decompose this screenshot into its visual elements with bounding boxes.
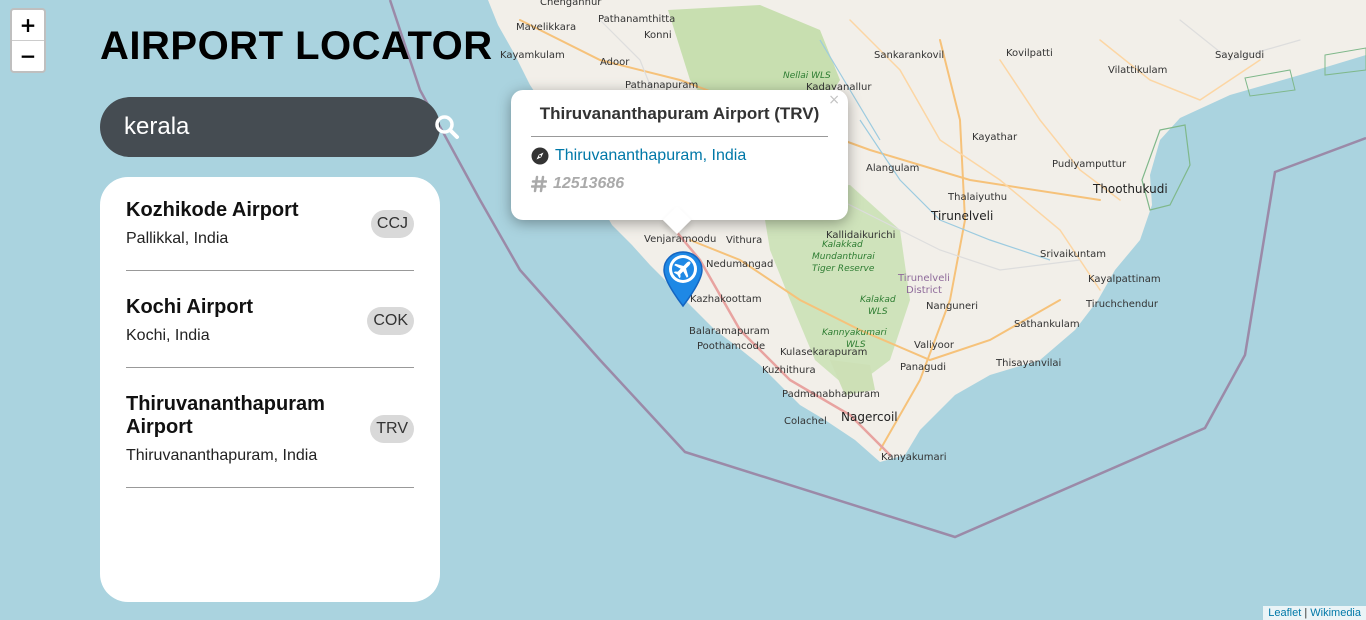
result-name: Kochi Airport [126, 296, 254, 318]
map-label: Kannyakumari [822, 328, 887, 338]
search-input[interactable] [124, 113, 434, 141]
popup-id-row: 12513686 [531, 175, 828, 193]
map-label: Pathanamthitta [598, 14, 675, 25]
result-item[interactable]: Thiruvananthapuram Airport Thiruvanantha… [126, 393, 414, 488]
map-label: Valiyoor [914, 340, 955, 351]
map-label: Kovilpatti [1006, 48, 1053, 59]
wikimedia-link[interactable]: Wikimedia [1310, 607, 1361, 619]
map-label: Venjaramoodu [644, 234, 716, 245]
map-label: Panagudi [900, 362, 946, 373]
result-code-badge: TRV [370, 415, 414, 443]
result-location: Kochi, India [126, 327, 210, 344]
map-label: Nedumangad [706, 259, 773, 270]
results-panel: Kozhikode Airport Pallikkal, India CCJ K… [100, 177, 440, 602]
popup-location-row: Thiruvananthapuram, India [531, 147, 828, 165]
result-code-badge: CCJ [370, 209, 414, 238]
map-label: Srivaikuntam [1040, 249, 1106, 260]
map-label: Kayamkulam [500, 50, 565, 61]
map-label: Kayathar [972, 132, 1018, 143]
popup-id: 12513686 [553, 175, 625, 192]
leaflet-link[interactable]: Leaflet [1268, 607, 1301, 619]
map-label: Chengannur [540, 0, 602, 8]
popup-location-link[interactable]: Thiruvananthapuram, India [555, 147, 746, 165]
map-label: Sankarankovil [874, 50, 944, 61]
search-bar [100, 97, 459, 157]
result-location: Thiruvananthapuram, India [126, 447, 318, 464]
map-label: Vilattikulam [1108, 65, 1167, 76]
result-name: Thiruvananthapuram Airport [126, 393, 325, 438]
map-label: Padmanabhapuram [782, 389, 880, 400]
map-label: Nanguneri [926, 301, 978, 312]
map-label: Alangulam [866, 163, 919, 174]
map-label: Mundanthurai [812, 252, 875, 262]
app-title: AIRPORT LOCATOR [100, 24, 493, 68]
map-label: Kayalpattinam [1088, 274, 1161, 285]
result-name: Kozhikode Airport [126, 199, 299, 221]
map-label: Sathankulam [1014, 319, 1080, 330]
map-label: Kuzhithura [762, 365, 816, 376]
map-label: WLS [868, 307, 888, 317]
map-label: Adoor [600, 57, 630, 68]
zoom-out-button[interactable]: − [12, 40, 44, 71]
map-label: Kulasekarapuram [780, 347, 867, 358]
result-info: Kozhikode Airport Pallikkal, India [126, 199, 299, 248]
map-label: Tiruchchendur [1085, 299, 1159, 310]
popup-close-button[interactable]: × [828, 92, 840, 108]
map-label: Nellai WLS [783, 71, 831, 81]
map-label: Thoothukudi [1092, 182, 1168, 196]
map-label: Kalakkad [822, 240, 863, 250]
airport-popup: × Thiruvananthapuram Airport (TRV) Thiru… [511, 90, 848, 220]
map-label: Colachel [784, 416, 827, 427]
map-label: Sayalgudi [1215, 50, 1264, 61]
map-label: Thalaiyuthu [947, 192, 1007, 203]
map-label: Tirunelveli [897, 273, 950, 284]
compass-icon [531, 147, 549, 165]
attribution-separator: | [1301, 607, 1311, 619]
result-code-badge: COK [367, 306, 414, 335]
result-info: Kochi Airport Kochi, India [126, 296, 253, 345]
map-label: Tiger Reserve [812, 264, 875, 274]
hash-icon [531, 175, 547, 193]
airport-marker[interactable] [662, 250, 704, 308]
map-label: District [906, 285, 942, 296]
result-item[interactable]: Kozhikode Airport Pallikkal, India CCJ [126, 197, 414, 271]
result-info: Thiruvananthapuram Airport Thiruvanantha… [126, 393, 356, 465]
map-label: Konni [644, 30, 672, 41]
map-label: Poothamcode [697, 341, 765, 352]
zoom-control: + − [10, 8, 46, 73]
zoom-in-button[interactable]: + [12, 10, 44, 40]
popup-title: Thiruvananthapuram Airport (TRV) [531, 104, 828, 137]
map-label: Mavelikkara [516, 22, 576, 33]
map-label: Nagercoil [841, 410, 898, 424]
result-location: Pallikkal, India [126, 230, 229, 247]
map-label: Balaramapuram [689, 326, 770, 337]
result-item[interactable]: Kochi Airport Kochi, India COK [126, 296, 414, 368]
search-icon[interactable] [434, 112, 460, 142]
map-label: Vithura [726, 235, 762, 246]
map-attribution: Leaflet | Wikimedia [1263, 606, 1366, 620]
map-label: Tirunelveli [930, 209, 993, 223]
map-label: Kanyakumari [881, 452, 946, 463]
map-label: Pudiyamputtur [1052, 159, 1127, 170]
map-label: Kalakad [860, 295, 896, 305]
map-label: Thisayanvilai [995, 358, 1061, 369]
